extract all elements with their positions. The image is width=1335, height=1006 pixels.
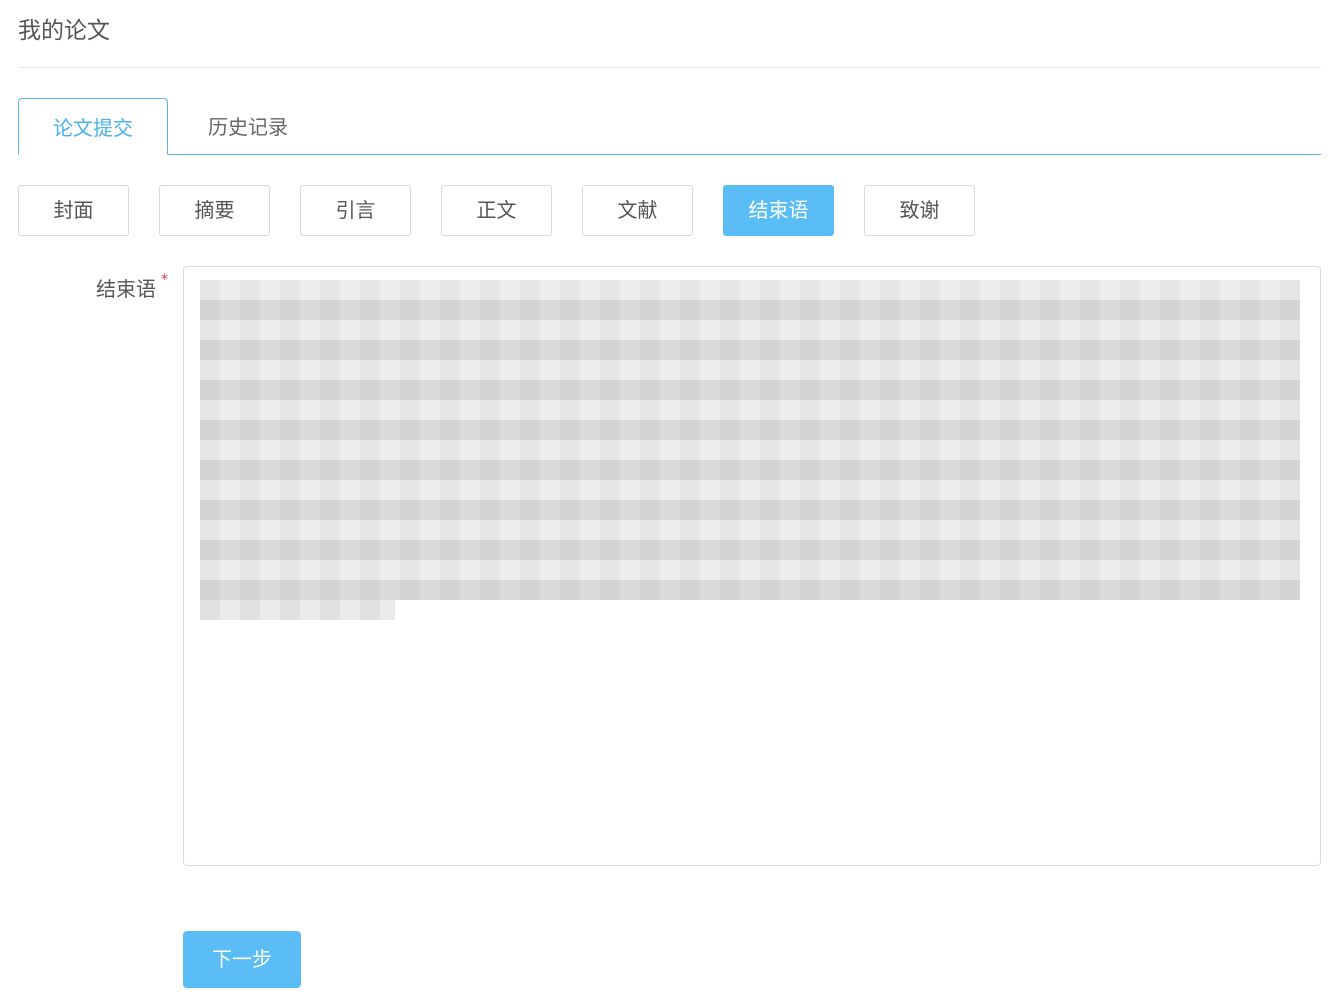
tab-bar: 论文提交 历史记录 xyxy=(18,98,1321,155)
section-button-references[interactable]: 文献 xyxy=(582,185,693,236)
conclusion-text-editor[interactable] xyxy=(183,266,1321,866)
title-divider xyxy=(18,67,1321,68)
next-step-button[interactable]: 下一步 xyxy=(183,931,301,988)
section-button-body[interactable]: 正文 xyxy=(441,185,552,236)
section-button-abstract[interactable]: 摘要 xyxy=(159,185,270,236)
page-title: 我的论文 xyxy=(18,18,110,44)
required-asterisk: * xyxy=(161,272,168,288)
tab-history[interactable]: 历史记录 xyxy=(168,98,328,154)
section-button-conclusion[interactable]: 结束语 xyxy=(723,185,834,236)
blurred-text-tail xyxy=(200,600,395,620)
blurred-text-content xyxy=(200,280,1300,600)
tab-thesis-submit[interactable]: 论文提交 xyxy=(18,98,168,155)
section-button-introduction[interactable]: 引言 xyxy=(300,185,411,236)
section-button-cover[interactable]: 封面 xyxy=(18,185,129,236)
section-button-acknowledgements[interactable]: 致谢 xyxy=(864,185,975,236)
conclusion-field-label: 结束语 xyxy=(96,277,156,301)
